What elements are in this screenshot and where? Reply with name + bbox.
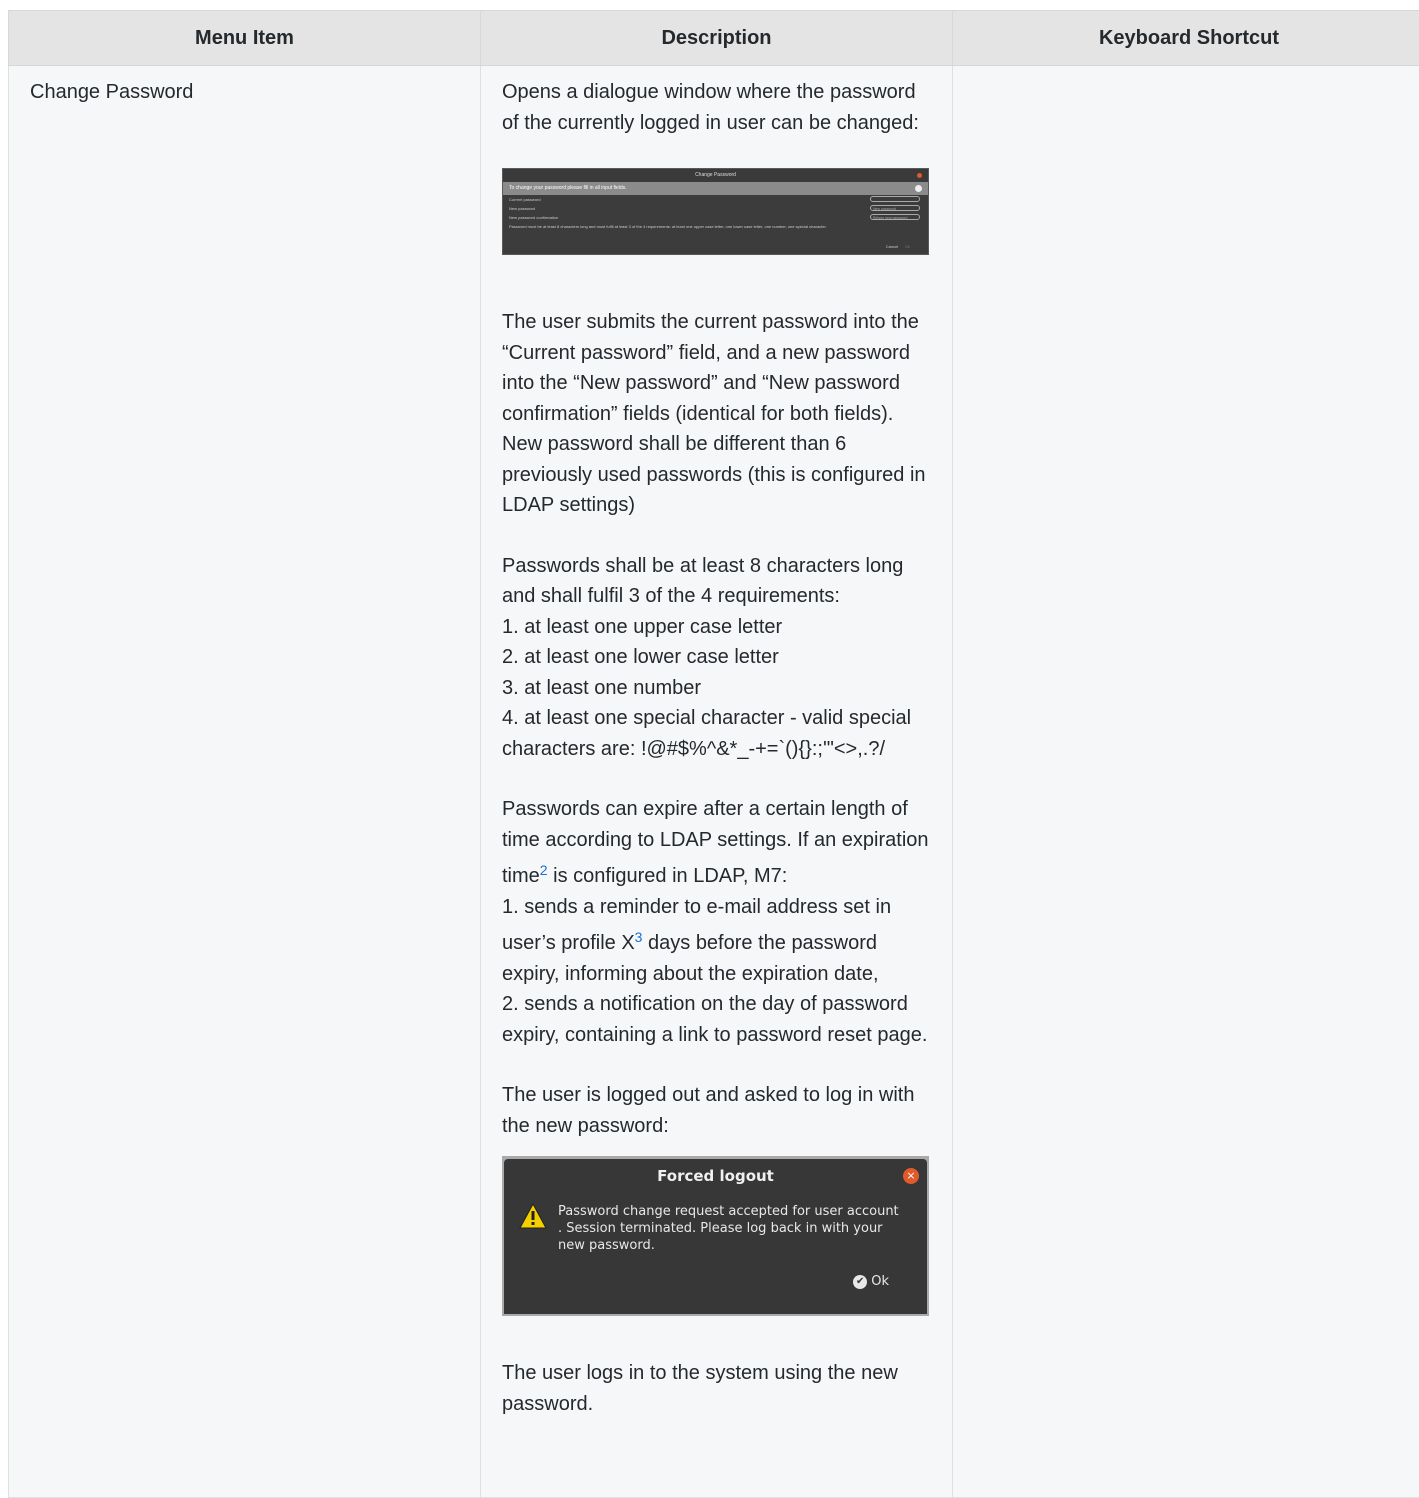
requirement-item: 2. at least one lower case letter bbox=[502, 646, 779, 668]
dialog-buttons: Cancel Ok bbox=[886, 242, 910, 251]
menu-table-container: Menu Item Description Keyboard Shortcut … bbox=[8, 10, 1416, 1498]
description-intro: Opens a dialogue window where the passwo… bbox=[502, 77, 931, 138]
ok-button: Ok bbox=[905, 244, 910, 249]
menu-table: Menu Item Description Keyboard Shortcut … bbox=[8, 10, 1419, 1498]
forced-logout-screenshot: Forced logout × Password change request … bbox=[502, 1156, 929, 1316]
requirements-block: Passwords shall be at least 8 characters… bbox=[502, 551, 931, 765]
description-final: The user logs in to the system using the… bbox=[502, 1358, 931, 1419]
expiry-item-2: 2. sends a notification on the day of pa… bbox=[502, 993, 927, 1046]
expiry-text-tail: is configured in LDAP, M7: bbox=[548, 865, 788, 887]
header-menu-item: Menu Item bbox=[9, 11, 481, 66]
check-icon: ✔ bbox=[853, 1275, 867, 1289]
header-description: Description bbox=[481, 11, 953, 66]
table-header-row: Menu Item Description Keyboard Shortcut bbox=[9, 11, 1419, 66]
requirement-item: 1. at least one upper case letter bbox=[502, 616, 782, 638]
close-icon bbox=[917, 173, 922, 178]
description-submit: The user submits the current password in… bbox=[502, 307, 931, 521]
logout-message: Password change request accepted for use… bbox=[558, 1203, 903, 1254]
info-icon bbox=[915, 185, 922, 192]
close-icon: × bbox=[903, 1168, 919, 1184]
cell-description: Opens a dialogue window where the passwo… bbox=[481, 66, 953, 1498]
table-row: Change Password Opens a dialogue window … bbox=[9, 66, 1419, 1498]
requirements-intro: Passwords shall be at least 8 characters… bbox=[502, 555, 903, 608]
new-password-label: New password bbox=[509, 206, 535, 211]
warning-icon bbox=[519, 1203, 547, 1229]
new-password-field: New password bbox=[870, 205, 920, 211]
cell-menu-item: Change Password bbox=[9, 66, 481, 1498]
expiry-block: Passwords can expire after a certain len… bbox=[502, 794, 931, 1050]
dialog-titlebar: Change Password bbox=[503, 169, 928, 182]
menu-item-label: Change Password bbox=[30, 81, 193, 103]
current-password-field bbox=[870, 196, 920, 202]
header-keyboard-shortcut: Keyboard Shortcut bbox=[953, 11, 1419, 66]
confirm-password-field: Retype new password bbox=[870, 214, 920, 220]
logout-ok-button: ✔ Ok bbox=[853, 1267, 889, 1298]
logout-dialog-title: Forced logout bbox=[504, 1159, 927, 1193]
current-password-label: Current password bbox=[509, 197, 541, 202]
confirm-password-label: New password confirmation bbox=[509, 215, 558, 220]
ok-label: Ok bbox=[871, 1267, 889, 1298]
dialog-body: Current password New password New passwor… bbox=[503, 195, 928, 254]
change-password-screenshot: Change Password To change your password … bbox=[502, 168, 929, 255]
password-rule-text: Password must be at least 8 characters l… bbox=[509, 222, 928, 231]
requirement-item: 4. at least one special character - vali… bbox=[502, 707, 911, 760]
footnote-link-2[interactable]: 2 bbox=[540, 862, 548, 878]
cancel-button: Cancel bbox=[886, 244, 898, 249]
logout-intro: The user is logged out and asked to log … bbox=[502, 1080, 931, 1141]
cell-keyboard-shortcut bbox=[953, 66, 1419, 1498]
dialog-infobar: To change your password please fill in a… bbox=[503, 182, 928, 195]
requirement-item: 3. at least one number bbox=[502, 677, 701, 699]
